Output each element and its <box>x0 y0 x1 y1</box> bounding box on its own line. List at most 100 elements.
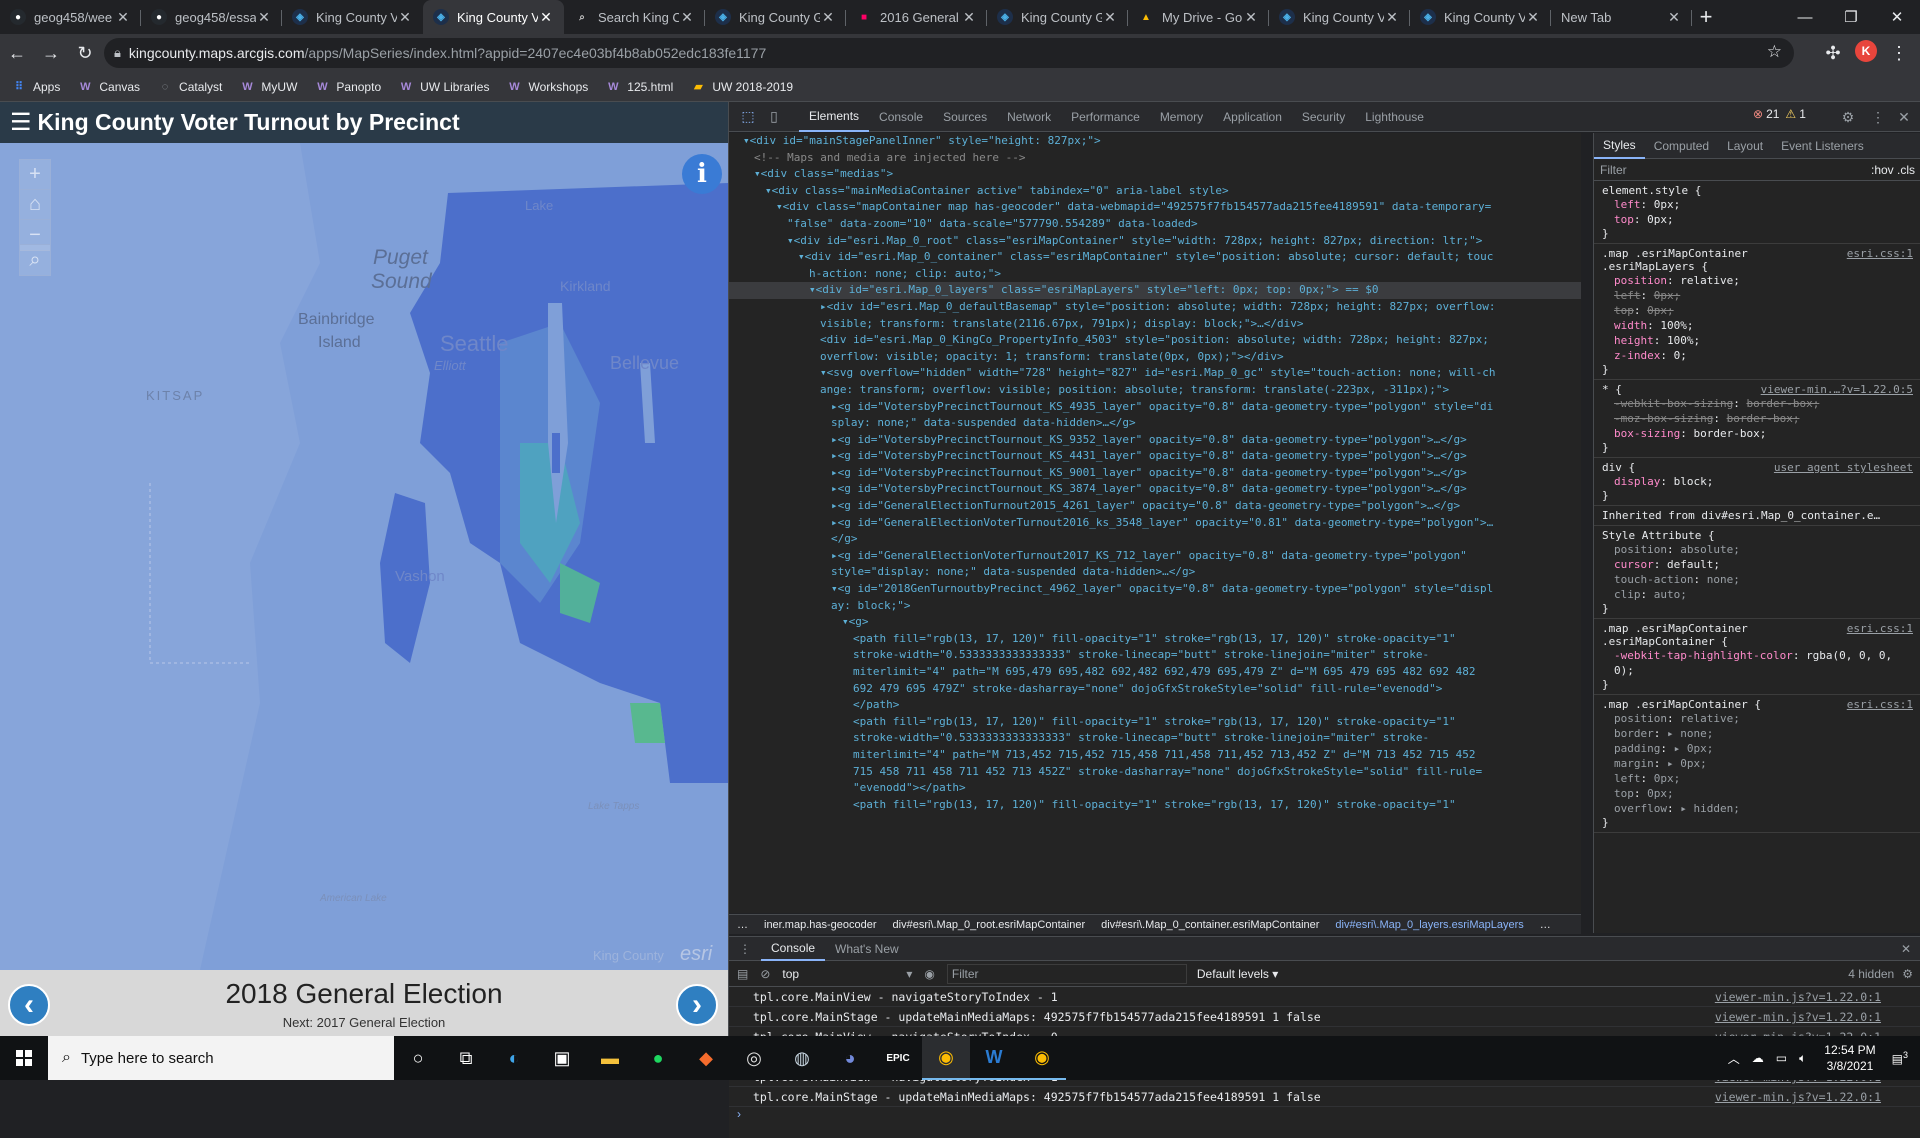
dom-node-line[interactable]: ▸<g id="VotersbyPrecinctTournout_KS_9352… <box>729 432 1581 449</box>
spotify-icon[interactable]: ● <box>634 1036 682 1080</box>
rule-source-link[interactable]: user agent stylesheet <box>1774 461 1913 474</box>
close-window-button[interactable]: ✕ <box>1874 0 1920 34</box>
dom-node-line[interactable]: ▾<div class="mainMediaContainer active" … <box>729 183 1581 200</box>
dom-node-line[interactable]: ange: transform; overflow: visible; posi… <box>729 382 1581 399</box>
clear-console-icon[interactable]: ⊘ <box>760 967 770 981</box>
devtools-tab-memory[interactable]: Memory <box>1150 102 1213 132</box>
close-drawer-icon[interactable]: ✕ <box>1891 942 1920 956</box>
extensions-button[interactable]: ✣ <box>1816 36 1850 70</box>
back-button[interactable]: ← <box>0 36 34 70</box>
browser-tab[interactable]: ◈ King County V ✕ <box>423 0 564 34</box>
system-clock[interactable]: 12:54 PM 3/8/2021 <box>1824 1042 1875 1074</box>
bookmark-item[interactable]: ⠿ Apps <box>12 80 60 94</box>
dom-node-line[interactable]: <path fill="rgb(13, 17, 120)" fill-opaci… <box>729 797 1581 814</box>
dom-node-line[interactable]: miterlimit="4" path="M 713,452 715,452 7… <box>729 747 1581 764</box>
browser-tab[interactable]: New Tab ✕ <box>1551 0 1692 34</box>
rule-source-link[interactable]: esri.css:1 <box>1847 622 1913 635</box>
dom-node-line[interactable]: ▸<g id="GeneralElectionVoterTurnout2017_… <box>729 548 1581 565</box>
eye-icon[interactable]: ◉ <box>924 967 934 981</box>
style-property[interactable]: top: 0px; <box>1602 786 1913 801</box>
dom-node-line[interactable]: ▸<g id="GeneralElectionVoterTurnout2016_… <box>729 515 1581 532</box>
dom-node-line[interactable]: ▸<div id="esri.Map_0_defaultBasemap" sty… <box>729 299 1581 316</box>
dom-node-line[interactable]: ▾<g id="2018GenTurnoutbyPrecinct_4962_la… <box>729 581 1581 598</box>
style-property[interactable]: position: relative; <box>1602 273 1913 288</box>
close-tab-icon[interactable]: ✕ <box>820 9 836 26</box>
devtools-tab-console[interactable]: Console <box>869 102 933 132</box>
console-filter-input[interactable]: Filter <box>946 963 1187 984</box>
bookmark-item[interactable]: W MyUW <box>240 80 297 94</box>
close-tab-icon[interactable]: ✕ <box>1525 9 1541 26</box>
edge-icon[interactable]: ◐ <box>490 1036 538 1080</box>
close-tab-icon[interactable]: ✕ <box>1666 9 1682 26</box>
dom-node-line[interactable]: 715 458 711 458 711 452 713 452Z" stroke… <box>729 764 1581 781</box>
settings-gear-icon[interactable]: ⚙ <box>1835 104 1861 130</box>
discord-icon[interactable]: ◕ <box>826 1036 874 1080</box>
restore-button[interactable]: ❐ <box>1828 0 1874 34</box>
style-property[interactable]: height: 100%; <box>1602 333 1913 348</box>
bookmark-star-icon[interactable]: ☆ <box>1767 42 1782 62</box>
close-tab-icon[interactable]: ✕ <box>1384 9 1400 26</box>
map-view[interactable]: + ⌂ − ⌕ i Puget Sound Bainbridge Island … <box>0 143 728 970</box>
chrome-taskbar-icon-2[interactable]: ◉ <box>1018 1036 1066 1080</box>
dom-node-line[interactable]: ▾<div class="medias"> <box>729 166 1581 183</box>
breadcrumb-item[interactable]: div#esri\.Map_0_layers.esriMapLayers <box>1335 919 1523 931</box>
style-property[interactable]: box-sizing: border-box; <box>1602 426 1913 441</box>
file-explorer-icon[interactable]: ▬ <box>586 1036 634 1080</box>
bookmark-item[interactable]: W 125.html <box>606 80 673 94</box>
device-toolbar-icon[interactable]: ▯ <box>761 104 787 130</box>
dom-node-line[interactable]: ▾<div class="mapContainer map has-geocod… <box>729 199 1581 216</box>
reload-button[interactable]: ↻ <box>68 36 102 70</box>
browser-tab[interactable]: ▲ My Drive - Go ✕ <box>1128 0 1269 34</box>
style-property[interactable]: top: 0px; <box>1602 303 1913 318</box>
dom-node-line[interactable]: ▾<svg overflow="hidden" width="728" heig… <box>729 365 1581 382</box>
styles-filter-input[interactable]: Filter <box>1600 163 1627 177</box>
issues-badge[interactable]: ⊗ 21 ⚠ 1 <box>1753 107 1806 121</box>
style-property[interactable]: top: 0px; <box>1602 212 1913 227</box>
close-tab-icon[interactable]: ✕ <box>256 9 272 26</box>
dom-node-line[interactable]: "false" data-zoom="10" data-scale="57779… <box>729 216 1581 233</box>
breadcrumb-item[interactable]: div#esri\.Map_0_root.esriMapContainer <box>893 919 1086 931</box>
dom-node-line[interactable]: <path fill="rgb(13, 17, 120)" fill-opaci… <box>729 714 1581 731</box>
close-tab-icon[interactable]: ✕ <box>538 9 554 26</box>
styles-tab-layout[interactable]: Layout <box>1718 133 1772 159</box>
bookmark-item[interactable]: ▰ UW 2018-2019 <box>691 80 793 94</box>
dom-node-line[interactable]: <div id="esri.Map_0_KingCo_PropertyInfo_… <box>729 332 1581 349</box>
rule-source-link[interactable]: esri.css:1 <box>1847 247 1913 260</box>
bookmark-item[interactable]: W UW Libraries <box>399 80 490 94</box>
cortana-icon[interactable]: ○ <box>394 1036 442 1080</box>
steam-icon[interactable]: ◍ <box>778 1036 826 1080</box>
hamburger-menu-icon[interactable]: ☰ <box>10 108 32 137</box>
dom-node-line[interactable]: ▾<div id="esri.Map_0_container" class="e… <box>729 249 1581 266</box>
style-property[interactable]: -webkit-box-sizing: border-box; <box>1602 396 1913 411</box>
devtools-menu-icon[interactable]: ⋮ <box>1865 104 1891 130</box>
drawer-menu-icon[interactable]: ⋮ <box>729 942 761 956</box>
bookmark-item[interactable]: W Canvas <box>78 80 140 94</box>
address-bar[interactable]: 🔒︎ kingcounty.maps.arcgis.com /apps/MapS… <box>104 38 1794 68</box>
new-tab-button[interactable]: + <box>1692 0 1720 34</box>
styles-tab-event-listeners[interactable]: Event Listeners <box>1772 133 1873 159</box>
close-tab-icon[interactable]: ✕ <box>115 9 131 26</box>
browser-tab[interactable]: ⌕ Search King C ✕ <box>564 0 705 34</box>
browser-tab[interactable]: ● geog458/essa ✕ <box>141 0 282 34</box>
close-devtools-icon[interactable]: ✕ <box>1891 104 1917 130</box>
style-property[interactable]: border: ▸ none; <box>1602 726 1913 741</box>
dom-node-line[interactable]: <path fill="rgb(13, 17, 120)" fill-opaci… <box>729 631 1581 648</box>
dom-node-line[interactable]: ▸<g id="VotersbyPrecinctTournout_KS_4431… <box>729 448 1581 465</box>
close-tab-icon[interactable]: ✕ <box>1102 9 1118 26</box>
style-property[interactable]: -moz-box-sizing: border-box; <box>1602 411 1913 426</box>
dom-node-line[interactable]: ▸<g id="VotersbyPrecinctTournout_KS_4935… <box>729 399 1581 416</box>
browser-tab[interactable]: ■ 2016 General ✕ <box>846 0 987 34</box>
start-button[interactable] <box>0 1036 48 1080</box>
console-source-link[interactable]: viewer-min.js?v=1.22.0:1 <box>1715 1087 1881 1106</box>
styles-tab-computed[interactable]: Computed <box>1645 133 1718 159</box>
dom-node-line[interactable]: overflow: visible; opacity: 1; transform… <box>729 349 1581 366</box>
devtools-tab-lighthouse[interactable]: Lighthouse <box>1355 102 1434 132</box>
style-property[interactable]: cursor: default; <box>1602 557 1913 572</box>
style-property[interactable]: -webkit-tap-highlight-color: rgba(0, 0, … <box>1602 648 1913 678</box>
browser-tab[interactable]: ◈ King County G ✕ <box>705 0 846 34</box>
console-prompt[interactable]: › <box>729 1107 1920 1125</box>
dom-node-line[interactable]: h-action: none; clip: auto;"> <box>729 266 1581 283</box>
dom-node-line[interactable]: ▾<g> <box>729 614 1581 631</box>
dom-node-line[interactable]: ay: block;"> <box>729 598 1581 615</box>
elements-tree[interactable]: ▾<div id="mainStagePanelInner" style="he… <box>729 133 1581 913</box>
